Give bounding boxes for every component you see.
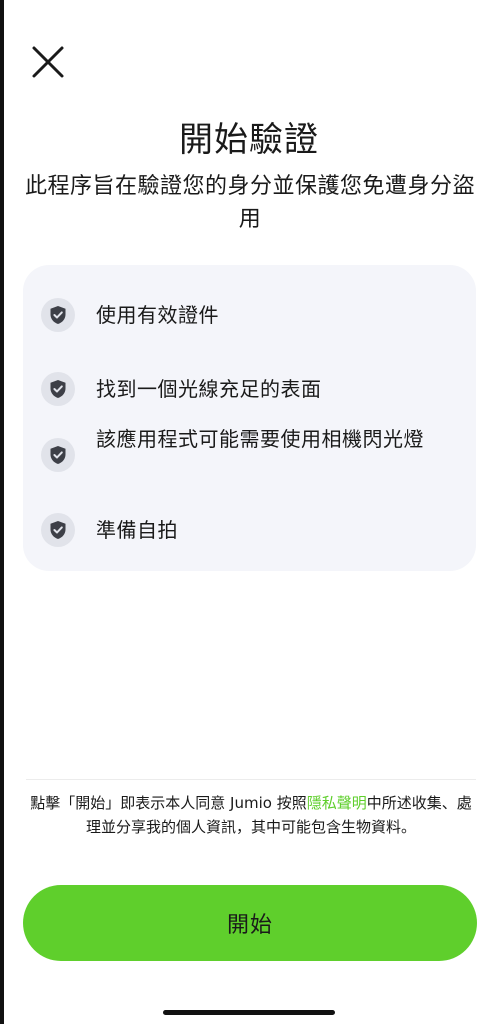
requirement-label: 找到一個光線充足的表面 — [96, 377, 322, 401]
requirements-card: 使用有效證件 找到一個光線充足的表面 該應用程式可能需要使用相機閃光燈 準備自拍 — [23, 265, 476, 571]
divider — [26, 779, 476, 780]
consent-prefix: 點擊「開始」即表示本人同意 Jumio 按照 — [30, 794, 307, 812]
shield-check-icon — [41, 372, 75, 406]
requirement-label: 準備自拍 — [96, 518, 178, 542]
start-button[interactable]: 開始 — [23, 885, 477, 961]
requirement-label: 該應用程式可能需要使用相機閃光燈 — [96, 427, 424, 451]
close-icon — [32, 46, 64, 78]
privacy-notice-link[interactable]: 隱私聲明 — [307, 794, 367, 812]
shield-check-icon — [41, 513, 75, 547]
shield-check-icon — [41, 438, 75, 472]
home-indicator — [163, 1010, 335, 1015]
page-subtitle: 此程序旨在驗證您的身分並保護您免遭身分盜用 — [24, 174, 475, 232]
shield-check-icon — [41, 298, 75, 332]
verification-start-screen: 開始驗證 此程序旨在驗證您的身分並保護您免遭身分盜用 使用有效證件 找到一個光線… — [0, 0, 498, 1024]
page-title: 開始驗證 — [179, 120, 319, 160]
consent-text: 點擊「開始」即表示本人同意 Jumio 按照隱私聲明中所述收集、處理並分享我的個… — [26, 791, 476, 839]
requirement-label: 使用有效證件 — [96, 303, 219, 327]
close-button[interactable] — [26, 40, 70, 84]
